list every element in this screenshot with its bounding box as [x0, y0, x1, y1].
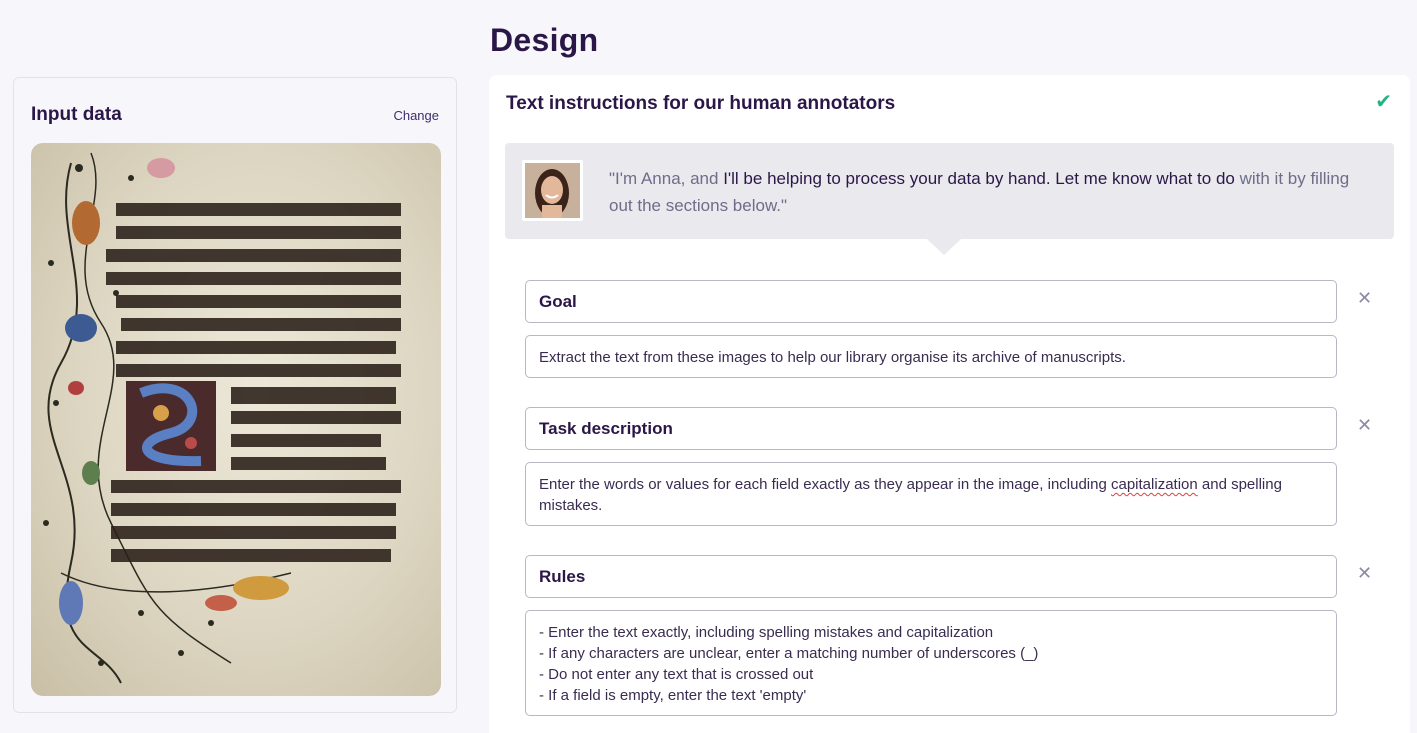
rule-line: - If any characters are unclear, enter a… [539, 645, 1039, 662]
page-title: Design [490, 22, 599, 58]
avatar [522, 160, 583, 221]
close-icon[interactable]: ✕ [1357, 563, 1372, 584]
instructions-title: Text instructions for our human annotato… [506, 93, 896, 114]
task-description-heading-field[interactable]: Task description [525, 407, 1337, 450]
manuscript-image [31, 143, 441, 696]
close-icon[interactable]: ✕ [1357, 415, 1372, 436]
input-data-panel: Input data Change [13, 77, 457, 713]
task-description-body-field[interactable]: Enter the words or values for each field… [525, 462, 1337, 526]
rule-line: - If a field is empty, enter the text 'e… [539, 687, 807, 704]
speech-text: "I'm Anna, and I'll be helping to proces… [609, 165, 1369, 219]
speech-main: I'll be helping to process your data by … [723, 169, 1235, 188]
goal-heading-field[interactable]: Goal [525, 280, 1337, 323]
rule-line: - Enter the text exactly, including spel… [539, 624, 994, 641]
goal-body-field[interactable]: Extract the text from these images to he… [525, 335, 1337, 378]
rules-heading-field[interactable]: Rules [525, 555, 1337, 598]
task-text-before: Enter the words or values for each field… [539, 476, 1111, 493]
check-icon: ✔ [1375, 91, 1392, 113]
close-icon[interactable]: ✕ [1357, 288, 1372, 309]
speech-intro: "I'm Anna, and [609, 169, 724, 188]
input-data-title: Input data [31, 104, 122, 125]
rule-line: - Do not enter any text that is crossed … [539, 666, 814, 683]
rules-body-field[interactable]: - Enter the text exactly, including spel… [525, 610, 1337, 716]
task-text-misspelled: capitalization [1111, 476, 1198, 493]
change-link[interactable]: Change [393, 108, 439, 123]
annotator-speech-bubble: "I'm Anna, and I'll be helping to proces… [505, 143, 1394, 255]
instructions-panel: Text instructions for our human annotato… [489, 75, 1410, 733]
